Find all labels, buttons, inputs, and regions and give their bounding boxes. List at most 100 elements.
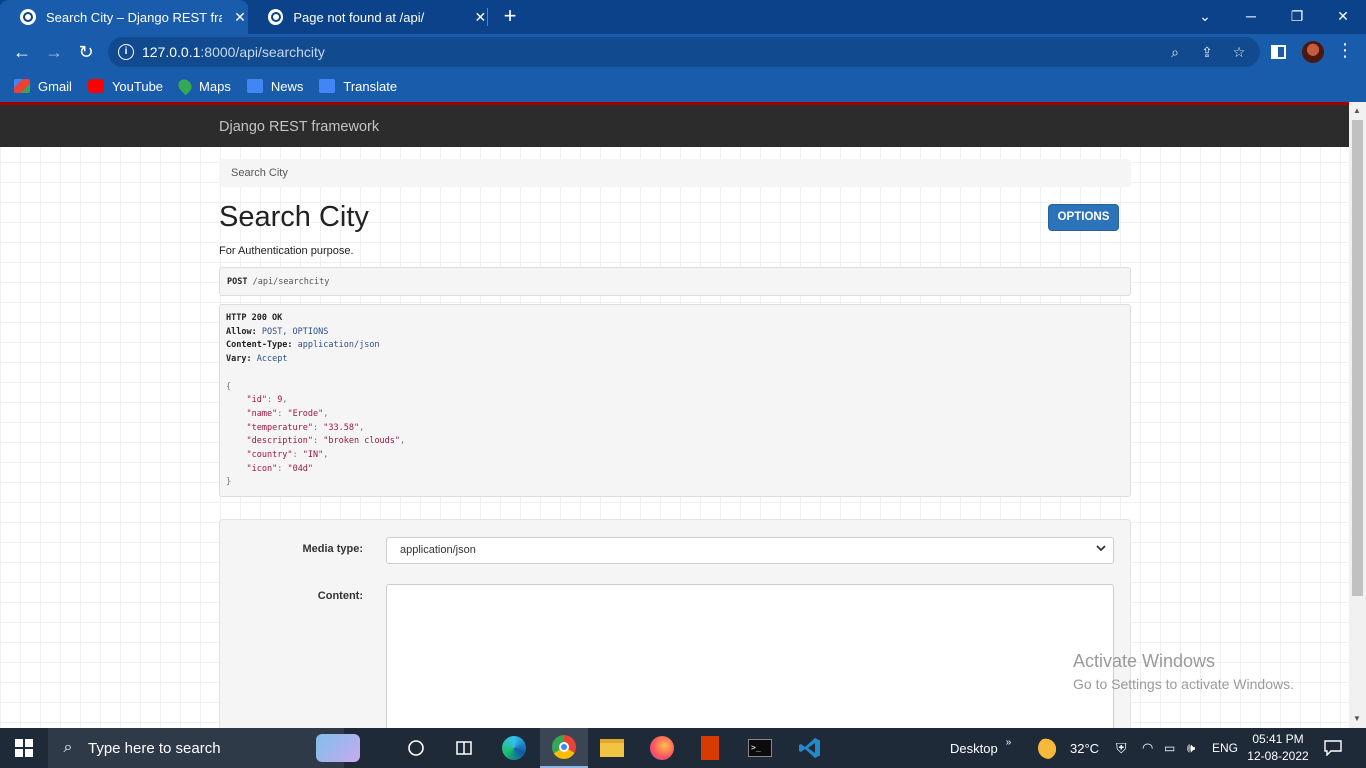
header-value: Accept	[256, 354, 288, 365]
weather-temp: 32°C	[1070, 740, 1100, 756]
content-label: Content:	[317, 590, 363, 602]
tab-strip: Search City – Django REST frame ✕ Page n…	[0, 0, 1366, 34]
drf-page: Django REST framework Search City Search…	[0, 102, 1349, 728]
bookmarks-bar: Gmail YouTube Maps News Translate	[0, 70, 1366, 102]
share-icon[interactable]: ⇪	[1198, 43, 1216, 61]
close-tab-icon[interactable]: ✕	[232, 9, 248, 26]
bookmark-news[interactable]: News	[246, 78, 304, 94]
forward-button[interactable]: →	[42, 40, 66, 64]
header-value: application/json	[297, 340, 380, 351]
media-type-value: application/json	[400, 544, 476, 556]
globe-icon	[20, 9, 36, 25]
tab-search-city[interactable]: Search City – Django REST frame ✕	[0, 0, 248, 34]
translate-icon	[319, 79, 336, 93]
drf-brand-link[interactable]: Django REST framework	[219, 119, 379, 135]
task-view-button[interactable]	[392, 728, 440, 768]
content-textarea[interactable]	[386, 584, 1114, 728]
desktop-toolbar[interactable]: Desktop »	[950, 728, 1011, 768]
json-value: "broken clouds"	[323, 436, 401, 447]
edge-icon[interactable]	[490, 728, 538, 768]
tab-search-chevron-icon[interactable]: ⌄	[1182, 0, 1228, 32]
side-panel-icon[interactable]	[1271, 45, 1286, 59]
security-icon[interactable]: ⛨	[1116, 728, 1127, 768]
minimize-button[interactable]: ─	[1228, 0, 1274, 32]
file-explorer-icon[interactable]	[588, 728, 636, 768]
response-status: HTTP 200 OK	[226, 313, 283, 323]
firefox-icon[interactable]	[638, 728, 686, 768]
restore-button[interactable]: ❐	[1274, 0, 1320, 32]
windows-logo-icon	[15, 739, 33, 757]
maps-icon	[175, 76, 195, 96]
bookmark-label: News	[270, 78, 304, 94]
desktop-label: Desktop	[950, 740, 998, 756]
tab-title: Page not found at /api/	[293, 9, 425, 25]
drf-navbar: Django REST framework	[0, 105, 1349, 147]
battery-icon[interactable]: ▭	[1164, 728, 1175, 768]
breadcrumb: Search City	[219, 159, 1131, 187]
profile-avatar[interactable]	[1302, 41, 1324, 63]
request-info: POST /api/searchcity	[219, 267, 1131, 296]
chrome-icon[interactable]	[540, 728, 588, 768]
office-icon[interactable]	[686, 728, 734, 768]
activate-windows-watermark: Activate Windows Go to Settings to activ…	[1073, 651, 1294, 692]
vscode-icon[interactable]	[786, 728, 834, 768]
site-info-icon[interactable]: i	[118, 44, 134, 60]
taskbar-search-placeholder: Type here to search	[88, 739, 221, 757]
notification-icon[interactable]	[1324, 728, 1342, 768]
widgets-button[interactable]	[440, 728, 488, 768]
page-title: Search City	[219, 201, 369, 233]
volume-icon[interactable]: 🕪	[1187, 728, 1195, 768]
bookmark-gmail[interactable]: Gmail	[14, 79, 72, 94]
breadcrumb-item[interactable]: Search City	[231, 167, 288, 179]
page-scrollbar[interactable]: ▲ ▼	[1349, 102, 1366, 728]
bookmark-label: Translate	[343, 78, 398, 94]
scrollbar-thumb[interactable]	[1352, 120, 1363, 596]
new-tab-button[interactable]: +	[498, 4, 522, 28]
clock-time: 05:41 PM	[1252, 732, 1304, 746]
tab-separator	[487, 8, 488, 26]
chevron-down-icon	[1095, 542, 1107, 557]
wifi-icon[interactable]: ◠	[1142, 728, 1153, 768]
close-tab-icon[interactable]: ✕	[473, 9, 488, 26]
youtube-icon	[87, 79, 104, 93]
windows-taskbar: ⌕ Type here to search >_ Desktop » 32°C ⛨…	[0, 728, 1366, 768]
tab-page-not-found[interactable]: Page not found at /api/ ✕	[248, 0, 488, 34]
bookmark-label: Maps	[199, 78, 231, 94]
gmail-icon	[14, 79, 30, 93]
clock-date: 12-08-2022	[1247, 749, 1309, 763]
media-type-label: Media type:	[302, 543, 363, 555]
start-button[interactable]	[0, 728, 48, 768]
scroll-down-arrow[interactable]: ▼	[1353, 714, 1361, 723]
search-highlight-icon	[316, 734, 360, 762]
taskbar-search-box[interactable]: ⌕ Type here to search	[48, 728, 360, 768]
json-key: "id"	[246, 395, 267, 406]
terminal-icon[interactable]: >_	[736, 728, 784, 768]
header-name: Content-Type	[226, 340, 288, 351]
response-info: HTTP 200 OK Allow: POST, OPTIONS Content…	[219, 304, 1131, 497]
scroll-up-arrow[interactable]: ▲	[1353, 106, 1361, 115]
media-type-select[interactable]: application/json	[386, 537, 1114, 564]
bookmark-translate[interactable]: Translate	[319, 79, 397, 94]
json-key: "name"	[246, 408, 278, 419]
weather-widget[interactable]: 32°C	[1038, 728, 1099, 768]
clock[interactable]: 05:41 PM 12-08-2022	[1246, 728, 1310, 768]
json-value: "IN"	[302, 450, 324, 461]
news-icon	[246, 79, 263, 93]
back-button[interactable]: ←	[10, 40, 34, 64]
reload-button[interactable]: ↻	[74, 40, 98, 64]
browser-toolbar: ← → ↻ i 127.0.0.1:8000/api/searchcity ⌕ …	[0, 34, 1366, 70]
address-bar[interactable]: i 127.0.0.1:8000/api/searchcity ⌕ ⇪ ☆	[108, 37, 1260, 67]
language-indicator[interactable]: ENG	[1212, 728, 1238, 768]
options-button[interactable]: OPTIONS	[1048, 204, 1119, 231]
zoom-icon[interactable]: ⌕	[1166, 43, 1184, 61]
bookmark-star-icon[interactable]: ☆	[1230, 43, 1248, 61]
bookmark-youtube[interactable]: YouTube	[87, 79, 163, 94]
request-path: /api/searchcity	[252, 277, 330, 287]
watermark-title: Activate Windows	[1073, 651, 1216, 671]
menu-kebab-icon[interactable]: ⋮	[1336, 40, 1354, 61]
json-key: "description"	[246, 436, 314, 447]
close-window-button[interactable]: ✕	[1320, 0, 1366, 32]
bookmark-maps[interactable]: Maps	[175, 76, 231, 96]
search-icon: ⌕	[63, 739, 73, 756]
json-value: "04d"	[287, 463, 314, 474]
